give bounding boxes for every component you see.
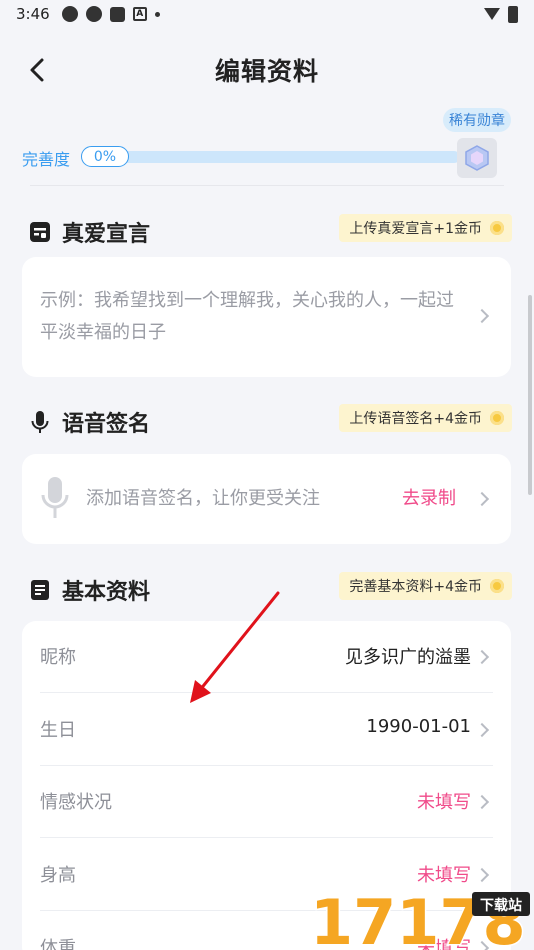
watermark-tag: 下载站 — [480, 897, 522, 914]
annotation-arrow-icon — [190, 591, 280, 703]
completeness-percent: 0% — [81, 146, 129, 167]
site-watermark: 17178 下载站 — [308, 880, 534, 950]
